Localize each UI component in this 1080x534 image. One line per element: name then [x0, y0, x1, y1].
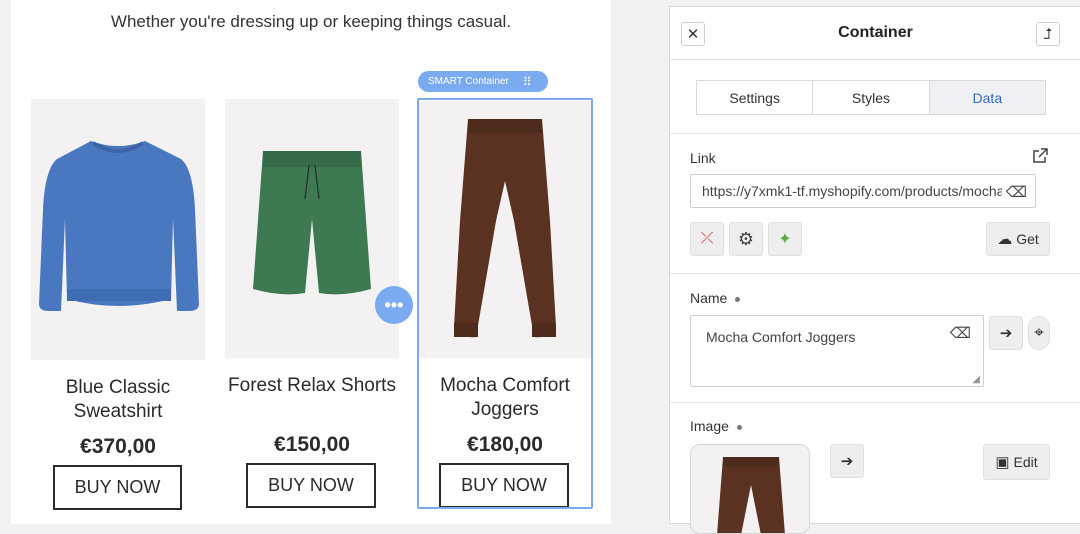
- product-image: [225, 99, 399, 358]
- apply-image-arrow-icon[interactable]: ➔: [830, 444, 864, 478]
- external-link-icon[interactable]: [1031, 147, 1049, 170]
- sweatshirt-illustration: [39, 141, 199, 311]
- drag-handle-icon[interactable]: ⠿: [523, 75, 532, 89]
- apply-arrow-icon[interactable]: ➔: [989, 316, 1023, 350]
- product-name: Blue Classic Sweatshirt: [65, 377, 171, 422]
- link-label: Link: [690, 150, 716, 166]
- shorts-illustration: [253, 151, 371, 295]
- name-label: Name: [690, 290, 741, 306]
- image-label: Image: [690, 418, 742, 434]
- name-textarea[interactable]: Mocha Comfort Joggers ⌫ ◢: [690, 315, 984, 387]
- product-price: €370,00: [80, 435, 156, 458]
- buy-now-button[interactable]: BUY NOW: [246, 463, 376, 508]
- tab-data[interactable]: Data: [929, 81, 1045, 114]
- panel-header: ✕ Container ⮥: [670, 7, 1080, 60]
- more-options-button[interactable]: •••: [375, 286, 413, 324]
- email-canvas: Whether you're dressing up or keeping th…: [11, 0, 611, 524]
- target-picker-icon[interactable]: ⌖: [1028, 316, 1050, 350]
- tab-settings[interactable]: Settings: [697, 81, 814, 114]
- unlink-icon[interactable]: ⤫: [690, 222, 724, 256]
- get-data-button[interactable]: ☁ Get: [986, 222, 1050, 256]
- clear-link-icon[interactable]: ⌫: [1006, 183, 1027, 201]
- smart-container-tag[interactable]: SMART Container ⠿: [418, 71, 548, 92]
- link-value: https://y7xmk1-tf.myshopify.com/products…: [702, 183, 1002, 199]
- product-image: [31, 99, 205, 360]
- selected-container-outline[interactable]: [417, 98, 593, 509]
- divider: [670, 133, 1080, 134]
- image-label-text: Image: [690, 418, 729, 434]
- name-value: Mocha Comfort Joggers: [706, 329, 856, 345]
- smart-tag-label: SMART Container: [428, 76, 509, 87]
- indicator-dot: [736, 424, 742, 430]
- panel-tabs: Settings Styles Data: [696, 80, 1046, 115]
- link-input[interactable]: https://y7xmk1-tf.myshopify.com/products…: [690, 174, 1036, 208]
- select-parent-icon[interactable]: ⮥: [1036, 22, 1060, 46]
- divider: [670, 402, 1080, 403]
- get-label: Get: [1016, 231, 1039, 247]
- gear-icon[interactable]: ⚙: [729, 222, 763, 256]
- properties-panel: ✕ Container ⮥ Settings Styles Data Link …: [669, 6, 1080, 534]
- cloud-download-icon: ☁: [997, 231, 1013, 248]
- magic-wand-icon[interactable]: ✦: [768, 222, 802, 256]
- image-edit-icon: ▣: [995, 454, 1010, 471]
- divider: [670, 273, 1080, 274]
- edit-image-button[interactable]: ▣ Edit: [983, 444, 1050, 480]
- resize-handle-icon[interactable]: ◢: [972, 374, 980, 385]
- section-subtitle: Whether you're dressing up or keeping th…: [110, 12, 512, 31]
- product-name: Forest Relax Shorts: [228, 375, 396, 396]
- image-thumbnail[interactable]: [690, 444, 810, 534]
- clear-name-icon[interactable]: ⌫: [950, 324, 971, 342]
- joggers-thumbnail-icon: [717, 457, 785, 533]
- product-price: €150,00: [274, 433, 350, 456]
- edit-label: Edit: [1013, 454, 1038, 470]
- panel-title: Container: [838, 24, 913, 41]
- name-label-text: Name: [690, 290, 728, 306]
- tab-styles[interactable]: Styles: [813, 81, 930, 114]
- buy-now-button[interactable]: BUY NOW: [53, 465, 182, 510]
- indicator-dot: [735, 296, 741, 302]
